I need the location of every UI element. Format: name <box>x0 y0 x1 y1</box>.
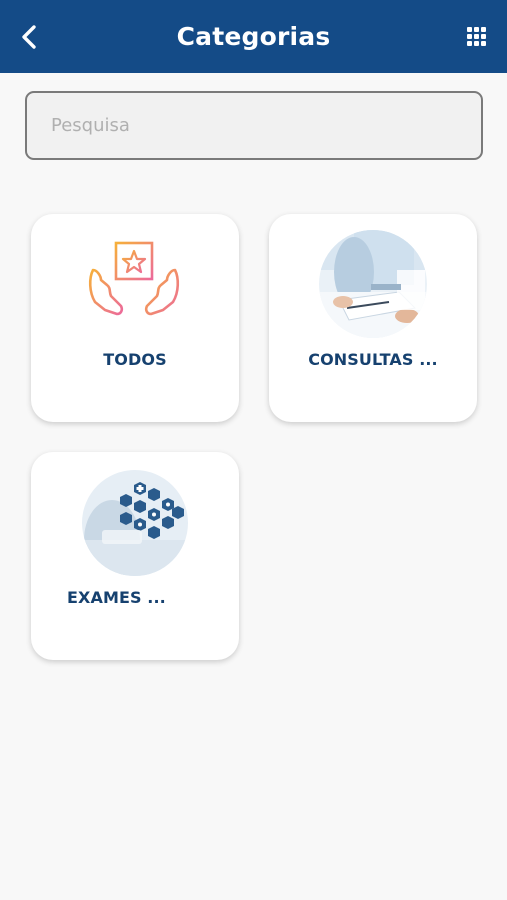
back-button[interactable] <box>14 22 44 52</box>
grid-icon <box>467 27 472 32</box>
category-card-exames[interactable]: EXAMES ... <box>31 452 239 660</box>
category-label: EXAMES ... <box>67 588 166 607</box>
category-label: TODOS <box>103 350 167 369</box>
page-title: Categorias <box>176 22 331 51</box>
medical-exams-photo <box>82 470 188 576</box>
consultation-photo <box>319 230 427 338</box>
app-screen: Categorias Pesquisa TODOS CONSULTAS ... … <box>0 0 507 900</box>
hands-star-icon <box>81 230 189 338</box>
category-label: CONSULTAS ... <box>308 350 438 369</box>
search-input[interactable] <box>25 91 483 160</box>
chevron-left-icon <box>22 25 36 49</box>
grid-menu-button[interactable] <box>467 27 489 49</box>
top-app-bar: Categorias <box>0 0 507 73</box>
category-card-todos[interactable]: TODOS <box>31 214 239 422</box>
category-card-consultas[interactable]: CONSULTAS ... <box>269 214 477 422</box>
